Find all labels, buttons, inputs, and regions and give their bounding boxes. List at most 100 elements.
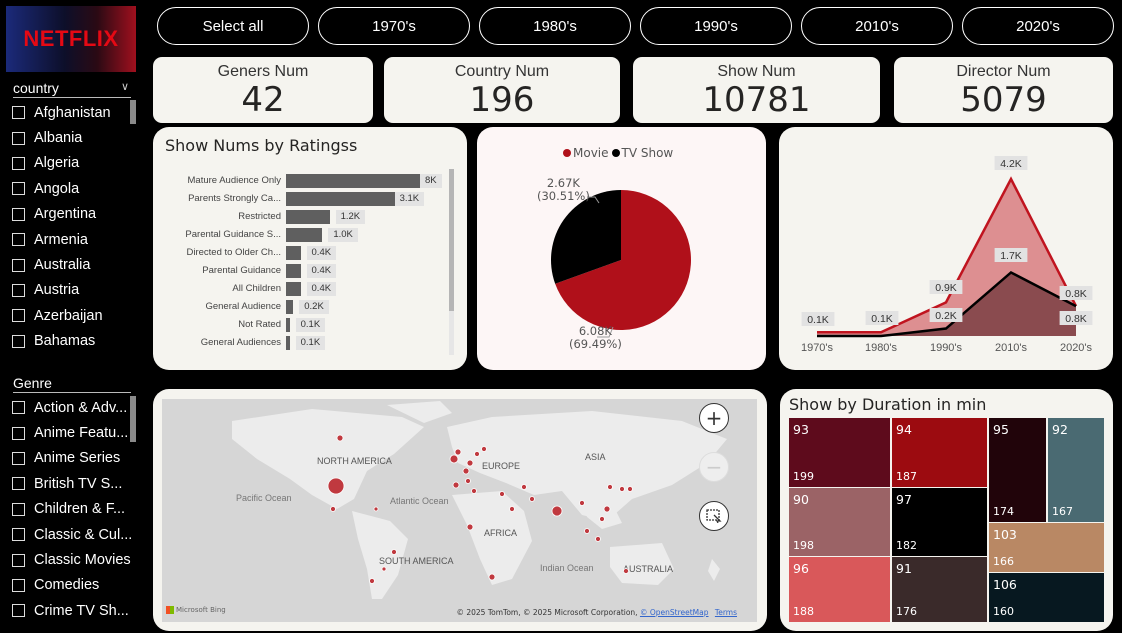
checkbox[interactable] [12, 401, 25, 415]
genre-item[interactable]: British TV S... [12, 471, 140, 496]
checkbox[interactable] [12, 207, 25, 221]
map-bubble[interactable] [462, 467, 470, 475]
checkbox[interactable] [12, 106, 25, 120]
bar[interactable] [286, 228, 323, 242]
checkbox[interactable] [12, 156, 25, 170]
map-bubble[interactable] [465, 478, 471, 484]
country-slicer-header[interactable]: country ∨ [13, 80, 131, 98]
map-bubble[interactable] [381, 566, 387, 572]
checkbox[interactable] [12, 131, 25, 145]
treemap-cell[interactable]: 103 166 [989, 523, 1104, 572]
bar-row[interactable]: Parents Strongly Ca... 3.1K [153, 192, 453, 206]
map-bubble[interactable] [454, 448, 462, 456]
bar[interactable] [286, 282, 301, 296]
decade-1980s-button[interactable]: 1980's [479, 7, 631, 45]
treemap-cell[interactable]: 97 182 [892, 488, 987, 556]
bar-row[interactable]: General Audiences 0.1K [153, 336, 453, 350]
bar-row[interactable]: Parental Guidance S... 1.0K [153, 228, 453, 242]
genre-item[interactable]: Anime Featu... [12, 420, 140, 445]
chevron-down-icon[interactable]: ∨ [121, 80, 129, 93]
treemap-cell[interactable]: 93 199 [789, 418, 890, 487]
checkbox[interactable] [12, 528, 25, 542]
country-item[interactable]: Angola [12, 176, 140, 201]
decade-1990s-button[interactable]: 1990's [640, 7, 792, 45]
genre-slicer-header[interactable]: Genre [13, 375, 131, 393]
bar-row[interactable]: Not Rated 0.1K [153, 318, 453, 332]
genre-item[interactable]: Anime Series [12, 446, 140, 471]
checkbox[interactable] [12, 309, 25, 323]
treemap-cell[interactable]: 92 167 [1048, 418, 1104, 522]
select-region-button[interactable] [699, 501, 729, 531]
ratings-scrollbar-track[interactable] [449, 169, 454, 355]
country-item[interactable]: Algeria [12, 151, 140, 176]
checkbox[interactable] [12, 182, 25, 196]
map-bubble[interactable] [336, 434, 344, 442]
map-bubble[interactable] [449, 454, 459, 464]
bar-row[interactable]: Directed to Older Ch... 0.4K [153, 246, 453, 260]
genre-item[interactable]: Classic & Cul... [12, 522, 140, 547]
map-bubble[interactable] [330, 506, 336, 512]
map-bubble[interactable] [529, 496, 535, 502]
zoom-in-button[interactable]: + [699, 403, 729, 433]
map-bubble[interactable] [499, 491, 505, 497]
bar-row[interactable]: General Audience 0.2K [153, 300, 453, 314]
map-bubble[interactable] [452, 481, 460, 489]
ratings-scrollbar-thumb[interactable] [449, 169, 454, 311]
map-bubble[interactable] [373, 506, 379, 512]
map-bubble[interactable] [603, 505, 611, 513]
genre-item[interactable]: Children & F... [12, 497, 140, 522]
genre-item[interactable]: Crime TV Sh... [12, 598, 140, 623]
bar[interactable] [286, 210, 330, 224]
country-item[interactable]: Australia [12, 252, 140, 277]
map-bubble[interactable] [481, 446, 487, 452]
bar[interactable] [286, 318, 290, 332]
map-bubble[interactable] [509, 506, 515, 512]
decade-1970s-button[interactable]: 1970's [318, 7, 470, 45]
decade-select-all-button[interactable]: Select all [157, 7, 309, 45]
bar-row[interactable]: Mature Audience Only 8K [153, 174, 453, 188]
map-bubble[interactable] [579, 500, 585, 506]
map-bubble[interactable] [584, 528, 590, 534]
map-bubble[interactable] [551, 505, 563, 517]
map-bubble[interactable] [466, 523, 474, 531]
country-item[interactable]: Albania [12, 125, 140, 150]
map-bubble[interactable] [391, 549, 397, 555]
map-bubble[interactable] [619, 486, 625, 492]
map-bubble[interactable] [369, 578, 375, 584]
checkbox[interactable] [12, 578, 25, 592]
treemap-cell[interactable]: 95 174 [989, 418, 1046, 522]
map-bubble[interactable] [607, 484, 613, 490]
treemap-cell[interactable]: 94 187 [892, 418, 987, 487]
map-bubble[interactable] [595, 536, 601, 542]
country-item[interactable]: Austria [12, 278, 140, 303]
map-bubble[interactable] [466, 459, 474, 467]
osm-link[interactable]: © OpenStreetMap [640, 608, 709, 617]
country-scrollbar[interactable] [130, 100, 136, 124]
treemap-cell[interactable]: 106 160 [989, 573, 1104, 622]
decade-2010s-button[interactable]: 2010's [801, 7, 953, 45]
bar[interactable] [286, 264, 301, 278]
checkbox[interactable] [12, 426, 25, 440]
checkbox[interactable] [12, 258, 25, 272]
treemap-cell[interactable]: 90 198 [789, 488, 890, 556]
decade-2020s-button[interactable]: 2020's [962, 7, 1114, 45]
checkbox[interactable] [12, 477, 25, 491]
world-map[interactable]: NORTH AMERICA EUROPE ASIA AFRICA SOUTH A… [162, 399, 757, 622]
map-bubble[interactable] [488, 573, 496, 581]
country-item[interactable]: Bahamas [12, 329, 140, 354]
country-item[interactable]: Argentina [12, 202, 140, 227]
bar-row[interactable]: Restricted 1.2K [153, 210, 453, 224]
genre-item[interactable]: Comedies [12, 573, 140, 598]
country-item[interactable]: Afghanistan [12, 100, 140, 125]
map-bubble[interactable] [327, 477, 345, 495]
zoom-out-button[interactable]: − [699, 452, 729, 482]
checkbox[interactable] [12, 451, 25, 465]
checkbox[interactable] [12, 283, 25, 297]
map-bubble[interactable] [471, 488, 477, 494]
treemap-cell[interactable]: 96 188 [789, 557, 890, 622]
bar[interactable] [286, 246, 301, 260]
checkbox[interactable] [12, 553, 25, 567]
country-item[interactable]: Azerbaijan [12, 303, 140, 328]
genre-item[interactable]: Action & Adv... [12, 395, 140, 420]
map-bubble[interactable] [623, 568, 629, 574]
